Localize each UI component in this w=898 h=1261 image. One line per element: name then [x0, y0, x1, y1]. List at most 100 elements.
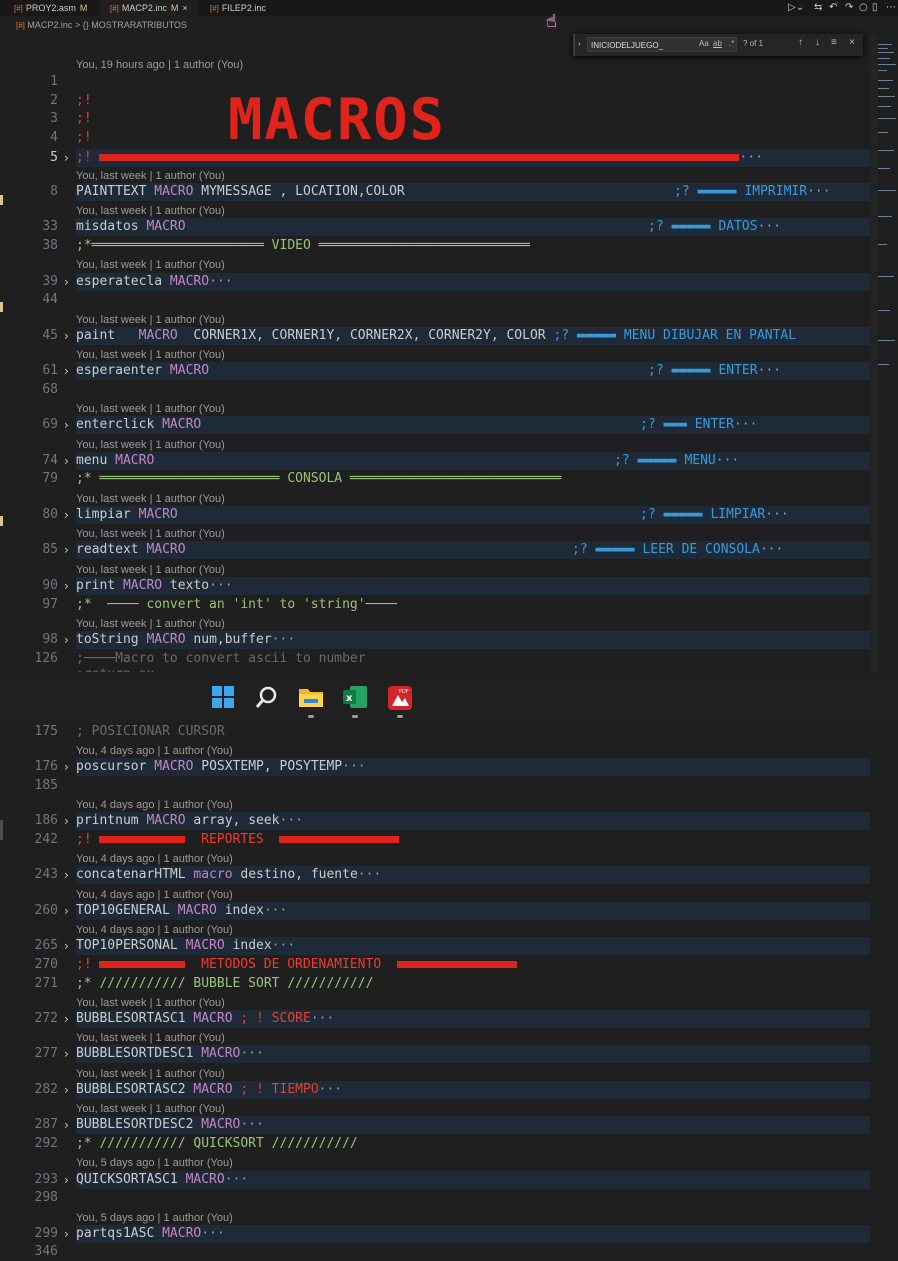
chevron-right-icon[interactable]: ›	[64, 758, 69, 776]
compare-icon[interactable]: ⇆	[814, 0, 822, 16]
tab-macp2[interactable]: [#] MACP2.inc M ×	[100, 0, 198, 16]
tab-proy2[interactable]: [#] PROY2.asm M	[14, 0, 114, 16]
code-line[interactable]: printnum MACRO array, seek···	[76, 812, 303, 830]
windows-start-icon[interactable]	[211, 685, 237, 711]
code-line[interactable]: ;* ═══════════════════════ CONSOLA ═════…	[76, 470, 561, 488]
codelens[interactable]: You, 4 days ago | 1 author (You)	[76, 924, 233, 937]
codelens[interactable]: You, last week | 1 author (You)	[76, 314, 225, 327]
chevron-right-icon[interactable]: ›	[64, 866, 69, 884]
codelens[interactable]: You, last week | 1 author (You)	[76, 1032, 225, 1045]
codelens[interactable]: You, last week | 1 author (You)	[76, 618, 225, 631]
code-line[interactable]: ;! METODOS DE ORDENAMIENTO	[76, 956, 517, 974]
code-line[interactable]: ;!	[76, 110, 92, 128]
code-line[interactable]: ;* /////////// BUBBLE SORT ///////////	[76, 975, 373, 993]
code-line[interactable]: ;* /////////// QUICKSORT ///////////	[76, 1135, 358, 1153]
forward-icon[interactable]: ↷	[845, 0, 853, 16]
codelens[interactable]: You, last week | 1 author (You)	[76, 403, 225, 416]
code-line[interactable]: ;* ──── convert an 'int' to 'string'────	[76, 596, 397, 614]
pdf-reader-icon[interactable]: PDF	[387, 685, 413, 711]
codelens[interactable]: You, last week | 1 author (You)	[76, 997, 225, 1010]
code-line[interactable]: PAINTTEXT MACRO MYMESSAGE , LOCATION,COL…	[76, 183, 405, 201]
codelens[interactable]: You, last week | 1 author (You)	[76, 259, 225, 272]
more-icon[interactable]: ⋯	[886, 0, 896, 16]
chevron-right-icon[interactable]: ›	[64, 327, 69, 345]
code-line[interactable]: paint MACRO CORNER1X, CORNER1Y, CORNER2X…	[76, 327, 796, 345]
chevron-right-icon[interactable]: ›	[64, 902, 69, 920]
code-comment[interactable]: ;? ▬▬▬▬▬ IMPRIMIR···	[674, 183, 831, 201]
chevron-right-icon[interactable]: ›	[64, 1116, 69, 1134]
codelens[interactable]: You, 4 days ago | 1 author (You)	[76, 853, 233, 866]
codelens[interactable]: You, last week | 1 author (You)	[76, 1103, 225, 1116]
match-case-toggle[interactable]: Aa	[699, 39, 709, 48]
file-explorer-icon[interactable]	[298, 685, 324, 711]
code-line[interactable]: BUBBLESORTDESC2 MACRO···	[76, 1116, 264, 1134]
chevron-right-icon[interactable]: ›	[64, 273, 69, 291]
code-line[interactable]: TOP10PERSONAL MACRO index···	[76, 937, 295, 955]
code-line[interactable]: BUBBLESORTASC1 MACRO ; ! SCORE···	[76, 1010, 334, 1028]
code-line[interactable]: esperatecla MACRO···	[76, 273, 233, 291]
minimap[interactable]	[878, 40, 898, 370]
code-comment[interactable]: ;? ▬▬▬▬▬ LIMPIAR···	[640, 506, 789, 524]
code-line[interactable]: poscursor MACRO POSXTEMP, POSYTEMP···	[76, 758, 366, 776]
close-icon[interactable]: ×	[182, 3, 187, 13]
codelens[interactable]: You, 4 days ago | 1 author (You)	[76, 889, 233, 902]
chevron-right-icon[interactable]: ›	[64, 362, 69, 380]
code-line[interactable]: ;! REPORTES	[76, 831, 400, 849]
code-line[interactable]: partqs1ASC MACRO···	[76, 1225, 225, 1243]
codelens[interactable]: You, 19 hours ago | 1 author (You)	[76, 59, 243, 72]
codelens[interactable]: You, last week | 1 author (You)	[76, 205, 225, 218]
codelens[interactable]: You, last week | 1 author (You)	[76, 564, 225, 577]
chevron-right-icon[interactable]: ›	[64, 577, 69, 595]
codelens[interactable]: You, last week | 1 author (You)	[76, 349, 225, 362]
codelens[interactable]: You, last week | 1 author (You)	[76, 528, 225, 541]
code-comment[interactable]: ;? ▬▬▬▬▬ ENTER···	[648, 362, 781, 380]
arrow-down-icon[interactable]: ↓	[815, 37, 820, 48]
search-icon[interactable]	[255, 685, 281, 711]
codelens[interactable]: You, 4 days ago | 1 author (You)	[76, 799, 233, 812]
codelens[interactable]: You, 5 days ago | 1 author (You)	[76, 1212, 233, 1225]
code-line[interactable]: BUBBLESORTDESC1 MACRO···	[76, 1045, 264, 1063]
code-comment[interactable]: ;? ▬▬▬▬▬ LEER DE CONSOLA···	[572, 541, 783, 559]
breadcrumb-file[interactable]: MACP2.inc	[27, 20, 72, 30]
codelens[interactable]: You, last week | 1 author (You)	[76, 493, 225, 506]
code-line[interactable]: ; POSICIONAR CURSOR	[76, 723, 225, 741]
code-line[interactable]: ;!	[76, 129, 92, 147]
chevron-right-icon[interactable]: ›	[64, 812, 69, 830]
chevron-right-icon[interactable]: ›	[64, 937, 69, 955]
code-line[interactable]: concatenarHTML macro destino, fuente···	[76, 866, 381, 884]
code-line[interactable]: toString MACRO num,buffer···	[76, 631, 295, 649]
chevron-right-icon[interactable]: ›	[64, 631, 69, 649]
code-comment[interactable]: ;? ▬▬▬▬▬ MENU···	[614, 452, 739, 470]
chevron-right-icon[interactable]: ›	[578, 39, 581, 48]
chevron-right-icon[interactable]: ›	[64, 1225, 69, 1243]
whole-word-toggle[interactable]: ab	[713, 39, 722, 48]
code-line[interactable]: menu MACRO	[76, 452, 154, 470]
code-line[interactable]: ;! ···	[76, 149, 763, 167]
split-editor-icon[interactable]: ▯	[872, 0, 878, 16]
scrollbar[interactable]	[870, 34, 878, 674]
code-line[interactable]: misdatos MACRO	[76, 218, 186, 236]
excel-icon[interactable]: x	[342, 685, 368, 711]
chevron-right-icon[interactable]: ›	[64, 416, 69, 434]
breadcrumb-symbol[interactable]: {} MOSTRARATRIBUTOS	[83, 20, 187, 30]
code-line[interactable]: readtext MACRO	[76, 541, 186, 559]
chevron-right-icon[interactable]: ›	[64, 452, 69, 470]
find-in-selection-icon[interactable]: ≡	[831, 37, 837, 48]
code-line[interactable]: ;*══════════════════════ VIDEO ═════════…	[76, 237, 530, 255]
code-line[interactable]: QUICKSORTASC1 MACRO···	[76, 1171, 248, 1189]
code-comment[interactable]: ;? ▬▬▬▬▬ DATOS···	[648, 218, 781, 236]
codelens[interactable]: You, last week | 1 author (You)	[76, 1068, 225, 1081]
chevron-right-icon[interactable]: ›	[64, 1171, 69, 1189]
code-line[interactable]: esperaenter MACRO	[76, 362, 209, 380]
chevron-right-icon[interactable]: ›	[64, 149, 69, 167]
back-icon[interactable]: ↶	[829, 0, 837, 16]
code-line[interactable]: ;!	[76, 92, 92, 110]
code-line[interactable]: limpiar MACRO	[76, 506, 178, 524]
tab-filep2[interactable]: [#] FILEP2.inc	[206, 0, 290, 16]
codelens[interactable]: You, 4 days ago | 1 author (You)	[76, 745, 233, 758]
code-line[interactable]: TOP10GENERAL MACRO index···	[76, 902, 287, 920]
regex-toggle[interactable]: .*	[729, 39, 734, 48]
chevron-right-icon[interactable]: ›	[64, 1010, 69, 1028]
codelens[interactable]: You, last week | 1 author (You)	[76, 439, 225, 452]
circle-icon[interactable]: ○	[859, 0, 868, 16]
